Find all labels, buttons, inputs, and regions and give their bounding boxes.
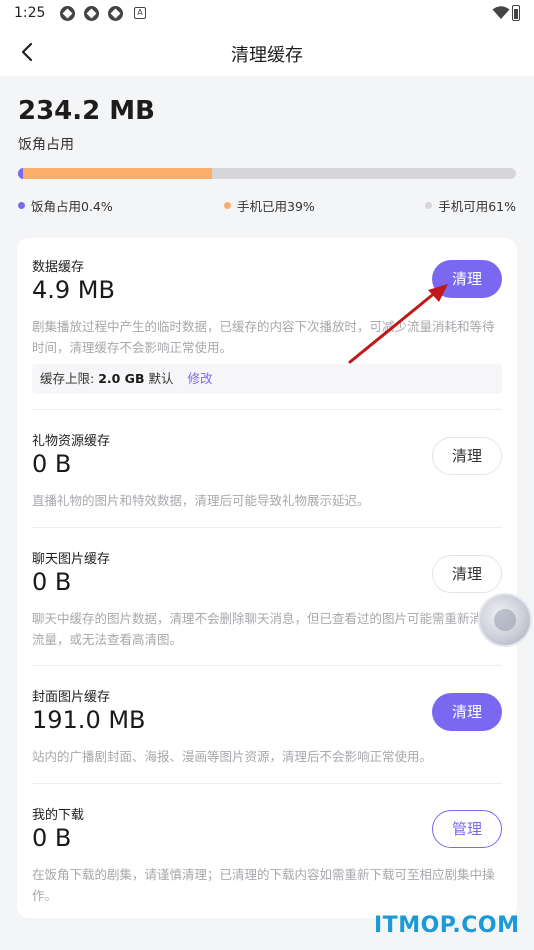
clean-chat-image-cache-button[interactable]: 清理 [432, 555, 502, 593]
clean-gift-cache-button[interactable]: 清理 [432, 437, 502, 475]
annotation-arrow-icon [348, 284, 448, 364]
item-desc: 直播礼物的图片和特效数据，清理后可能导致礼物展示延迟。 [32, 493, 370, 508]
legend-label: 饭角占用0.4% [31, 199, 113, 214]
item-title: 我的下载 [32, 808, 85, 823]
item-desc: 站内的广播剧封面、海报、漫画等图片资源，清理后不会影响正常使用。 [32, 749, 433, 764]
usage-bar [18, 168, 516, 179]
legend-dot [425, 202, 433, 209]
nav-bar: 清理缓存 [0, 28, 534, 76]
storage-summary: 234.2 MB 饭角占用 饭角占用0.4% 手机已用39% 手机可用61% [0, 76, 534, 230]
cache-limit-prefix: 缓存上限: [40, 371, 99, 386]
item-title: 聊天图片缓存 [32, 552, 111, 567]
total-caption: 饭角占用 [18, 137, 74, 153]
page-title: 清理缓存 [231, 45, 303, 66]
cache-limit-value: 2.0 GB [98, 371, 145, 386]
legend-label: 手机可用61% [438, 199, 516, 214]
item-size: 0 B [32, 568, 72, 596]
item-size: 0 B [32, 824, 72, 852]
legend-app: 饭角占用0.4% [18, 196, 113, 215]
status-time: 1:25 [14, 5, 46, 21]
usage-bar-phone-used [23, 168, 212, 179]
clean-cover-image-cache-button[interactable]: 清理 [432, 693, 502, 731]
item-size: 4.9 MB [32, 276, 115, 304]
legend-phone-free: 手机可用61% [425, 196, 516, 215]
app-notification-icon [84, 6, 99, 21]
app-notification-icon [108, 6, 123, 21]
manage-downloads-button[interactable]: 管理 [432, 810, 502, 848]
app-notification-icon [60, 6, 75, 21]
item-title: 封面图片缓存 [32, 690, 111, 705]
legend-dot [18, 202, 25, 209]
cache-limit-suffix: 默认 [144, 371, 174, 386]
item-title: 礼物资源缓存 [32, 434, 111, 449]
cache-item-gift: 礼物资源缓存 0 B 清理 直播礼物的图片和特效数据，清理后可能导致礼物展示延迟… [17, 410, 517, 528]
legend-dot [224, 202, 231, 209]
wifi-icon [492, 6, 510, 19]
cache-item-cover-image: 封面图片缓存 191.0 MB 清理 站内的广播剧封面、海报、漫画等图片资源，清… [17, 666, 517, 784]
edit-limit-link[interactable]: 修改 [187, 371, 212, 386]
cache-item-chat-image: 聊天图片缓存 0 B 清理 聊天中缓存的图片数据，清理不会删除聊天消息，但已查看… [17, 528, 517, 666]
status-bar: 1:25 A [0, 0, 534, 28]
total-size: 234.2 MB [18, 96, 155, 126]
legend-phone-used: 手机已用39% [224, 196, 315, 215]
item-desc: 聊天中缓存的图片数据，清理不会删除聊天消息，但已查看过的图片可能需重新消耗流量，… [32, 611, 495, 647]
item-size: 191.0 MB [32, 706, 146, 734]
a-notification-icon: A [134, 7, 146, 19]
item-desc: 在饭角下载的剧集，请谨慎清理；已清理的下载内容如需重新下载可至相应剧集中操作。 [32, 867, 495, 903]
legend-label: 手机已用39% [237, 199, 315, 214]
item-size: 0 B [32, 450, 72, 478]
item-title: 数据缓存 [32, 260, 85, 275]
cache-item-downloads: 我的下载 0 B 管理 在饭角下载的剧集，请谨慎清理；已清理的下载内容如需重新下… [17, 784, 517, 918]
battery-icon [512, 5, 520, 21]
floating-avatar[interactable] [478, 593, 532, 647]
watermark: ITMOP.COM [374, 913, 520, 938]
